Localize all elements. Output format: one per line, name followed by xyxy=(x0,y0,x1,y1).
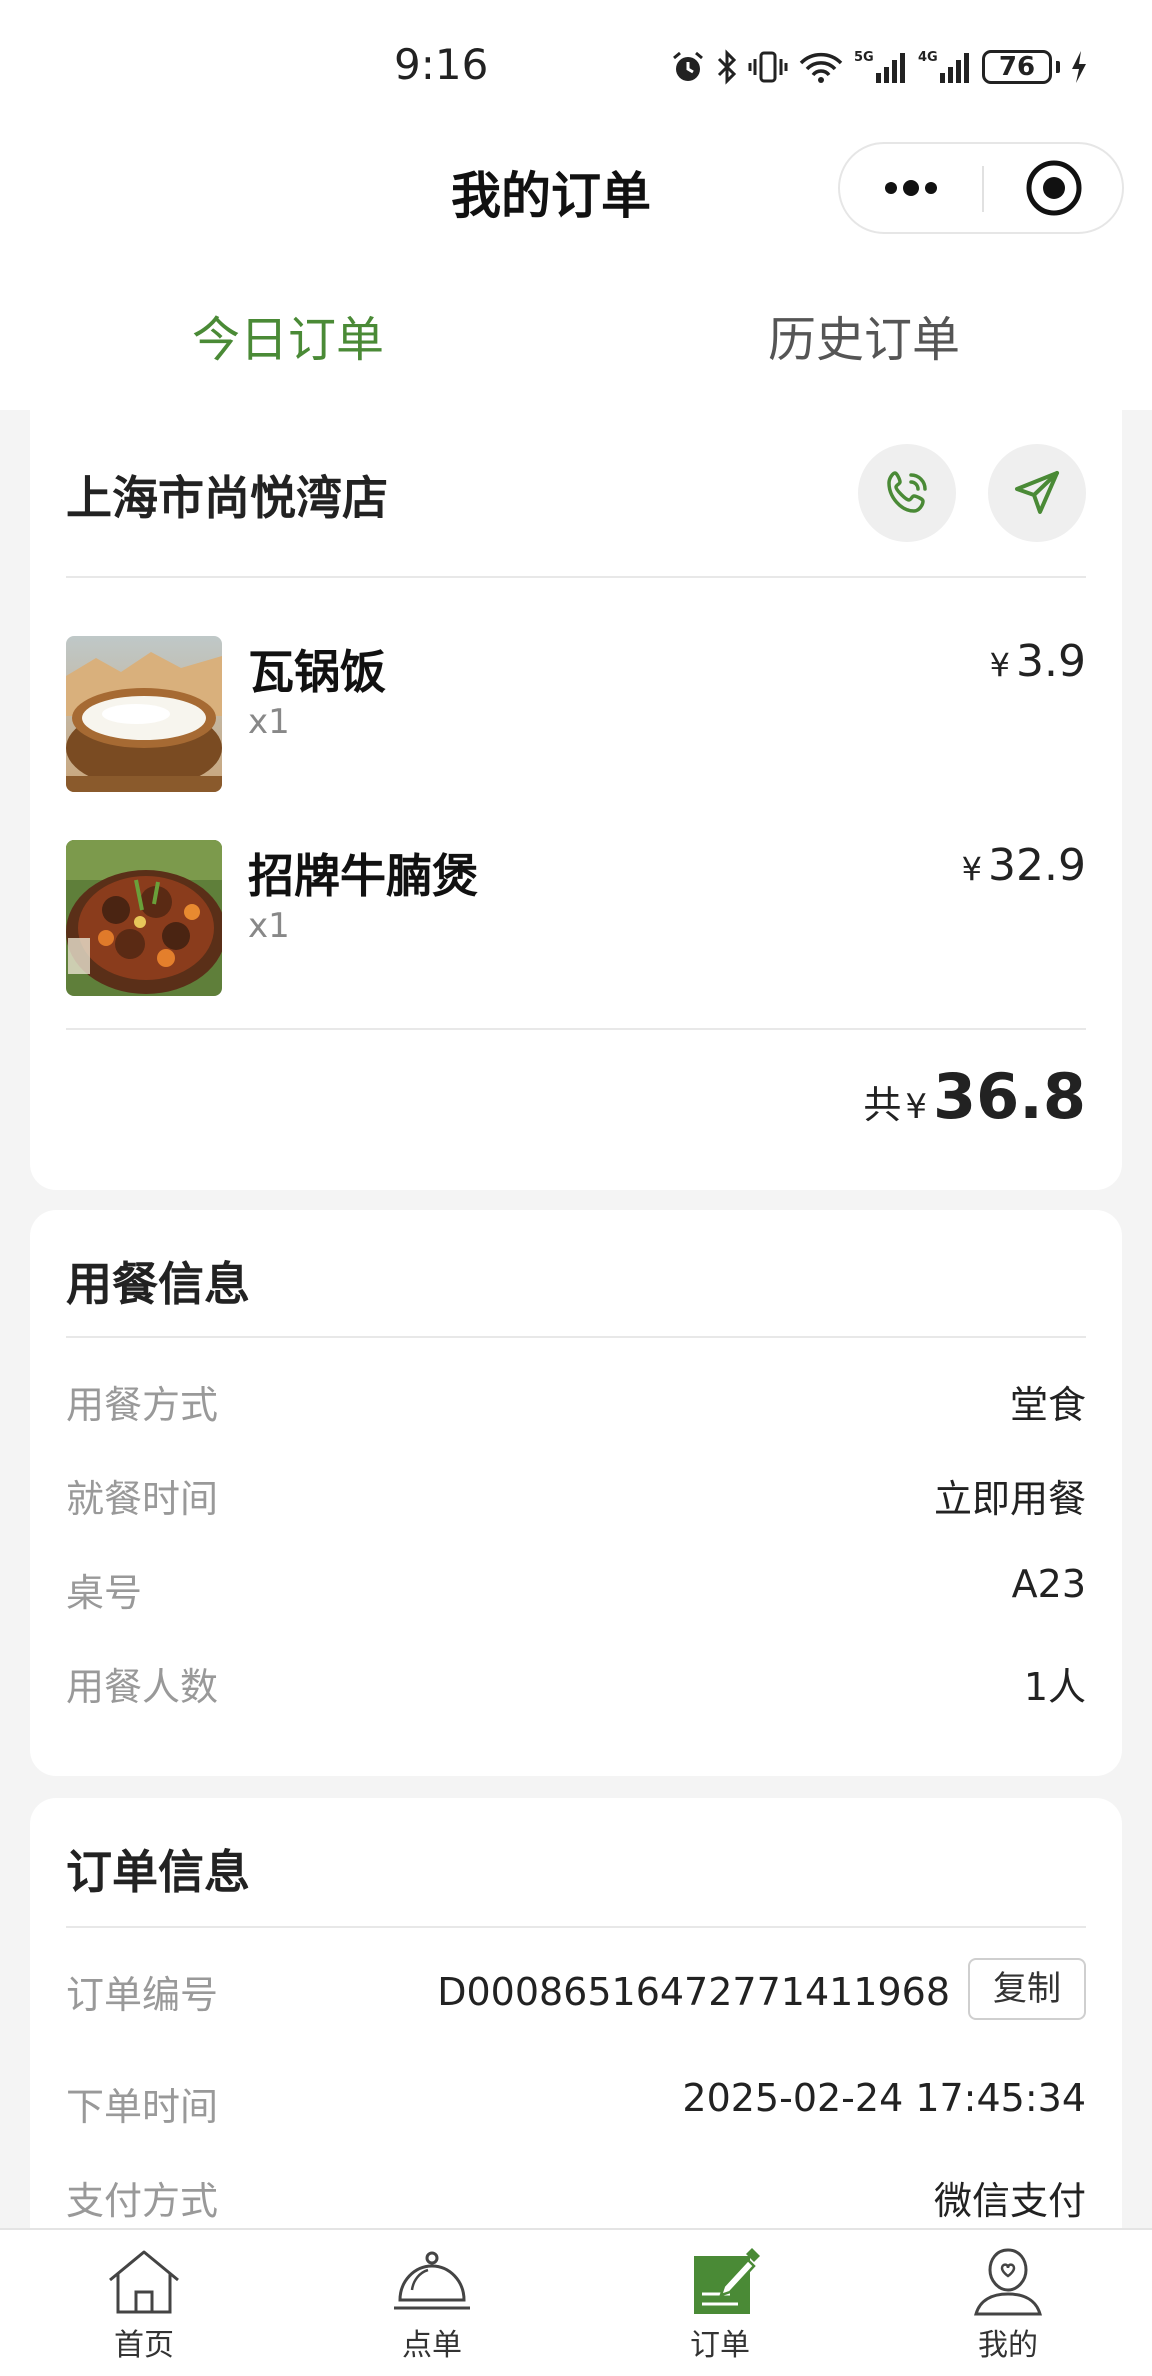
dining-info-card: 用餐信息 用餐方式 堂食 就餐时间 立即用餐 桌号 A23 用餐人数 1人 xyxy=(30,1210,1122,1776)
currency-symbol: ¥ xyxy=(905,1087,928,1127)
mini-program-capsule xyxy=(838,142,1124,234)
order-icon xyxy=(694,2248,760,2314)
info-label: 用餐人数 xyxy=(66,1665,219,1709)
info-row: 订单编号 D00086516472771411968 复制 xyxy=(66,1958,1086,2024)
tabbar-label: 我的 xyxy=(978,2328,1038,2363)
info-value: 堂食 xyxy=(1009,1383,1086,1427)
home-icon xyxy=(109,2250,179,2314)
section-divider xyxy=(66,1926,1086,1928)
item-quantity: x1 xyxy=(248,702,290,742)
target-icon xyxy=(1026,160,1082,216)
info-value: 1人 xyxy=(1023,1665,1086,1709)
profile-icon xyxy=(974,2248,1042,2316)
tabbar-menu[interactable]: 点单 xyxy=(288,2240,576,2376)
tabbar-label: 首页 xyxy=(114,2328,174,2363)
tabbar-home[interactable]: 首页 xyxy=(0,2240,288,2376)
info-label: 下单时间 xyxy=(66,2085,219,2129)
battery-icon: 76 xyxy=(982,50,1060,84)
item-name: 瓦锅饭 xyxy=(248,645,386,699)
tab-history-orders[interactable]: 历史订单 xyxy=(576,300,1152,370)
currency-symbol: ¥ xyxy=(961,850,983,888)
price-value: 32.9 xyxy=(988,840,1086,891)
call-store-button[interactable] xyxy=(858,444,956,542)
charging-icon xyxy=(1072,51,1086,83)
info-label: 订单编号 xyxy=(66,1973,219,2017)
navigation-icon xyxy=(1015,471,1059,514)
status-time: 9:16 xyxy=(394,40,489,89)
signal-5g-icon: 5G xyxy=(854,50,905,83)
bluetooth-icon xyxy=(717,49,737,85)
close-mini-program-button[interactable] xyxy=(984,144,1124,232)
beef-brisket-pot-image xyxy=(66,840,222,996)
more-icon xyxy=(885,180,937,196)
cloche-icon xyxy=(394,2251,470,2310)
item-quantity: x1 xyxy=(248,906,290,946)
vibrate-icon xyxy=(748,51,788,83)
svg-text:4G: 4G xyxy=(918,50,938,65)
tab-today-orders[interactable]: 今日订单 xyxy=(0,300,576,370)
price-value: 3.9 xyxy=(1016,636,1086,687)
info-row: 下单时间 2025-02-24 17:45:34 xyxy=(66,2076,1086,2136)
info-label: 就餐时间 xyxy=(66,1477,219,1521)
store-divider xyxy=(66,576,1086,578)
info-value: A23 xyxy=(1011,1562,1086,1606)
item-name: 招牌牛腩煲 xyxy=(248,849,478,903)
info-value: 2025-02-24 17:45:34 xyxy=(682,2076,1086,2120)
battery-level: 76 xyxy=(982,50,1052,84)
order-item: 瓦锅饭 x1 ¥3.9 xyxy=(66,636,1086,792)
svg-text:5G: 5G xyxy=(854,50,874,65)
tabbar-profile[interactable]: 我的 xyxy=(864,2240,1152,2376)
currency-symbol: ¥ xyxy=(989,646,1011,684)
phone-icon xyxy=(887,471,927,513)
order-tabs: 今日订单 历史订单 xyxy=(0,260,1152,410)
section-title: 用餐信息 xyxy=(66,1257,250,1311)
store-name: 上海市尚悦湾店 xyxy=(66,471,388,525)
section-title: 订单信息 xyxy=(66,1845,250,1899)
rice-image xyxy=(66,636,222,792)
info-label: 桌号 xyxy=(66,1571,143,1615)
order-item: 招牌牛腩煲 x1 ¥32.9 xyxy=(66,840,1086,996)
tabbar-orders[interactable]: 订单 xyxy=(576,2240,864,2376)
navigate-store-button[interactable] xyxy=(988,444,1086,542)
section-divider xyxy=(66,1336,1086,1338)
more-button[interactable] xyxy=(840,144,982,232)
info-row: 就餐时间 立即用餐 xyxy=(66,1468,1086,1528)
item-price: ¥3.9 xyxy=(990,636,1086,687)
copy-order-number-button[interactable]: 复制 xyxy=(968,1958,1086,2020)
info-value: 微信支付 xyxy=(933,2179,1086,2223)
order-number: D00086516472771411968 xyxy=(437,1970,950,2014)
signal-4g-icon: 4G xyxy=(918,50,969,83)
wifi-icon xyxy=(799,52,843,83)
items-divider xyxy=(66,1028,1086,1030)
info-row: 桌号 A23 xyxy=(66,1562,1086,1622)
status-bar: 9:16 5G 4G 76 xyxy=(0,0,1152,130)
total-value: 36.8 xyxy=(933,1060,1086,1133)
info-row: 支付方式 微信支付 xyxy=(66,2170,1086,2230)
info-row: 用餐方式 堂食 xyxy=(66,1374,1086,1434)
status-icons: 5G 4G 76 xyxy=(670,44,1088,90)
nav-bar: 我的订单 xyxy=(0,130,1152,260)
tabbar-label: 订单 xyxy=(690,2328,750,2363)
info-label: 用餐方式 xyxy=(66,1383,219,1427)
order-items-card: 上海市尚悦湾店 瓦锅饭 x1 ¥ 3.9 招牌牛腩煲 x1 ¥ 32.9 共 ¥… xyxy=(30,400,1122,1190)
bottom-tab-bar: 首页 点单 订单 我的 xyxy=(0,2228,1152,2376)
item-price: ¥32.9 xyxy=(962,840,1086,891)
tabbar-label: 点单 xyxy=(402,2328,462,2363)
info-label: 支付方式 xyxy=(66,2179,219,2223)
info-value: 立即用餐 xyxy=(933,1477,1086,1521)
alarm-icon xyxy=(673,51,703,81)
info-row: 用餐人数 1人 xyxy=(66,1656,1086,1716)
total-label: 共 xyxy=(863,1083,902,1127)
order-total: 共 ¥ 36.8 xyxy=(863,1060,1086,1133)
